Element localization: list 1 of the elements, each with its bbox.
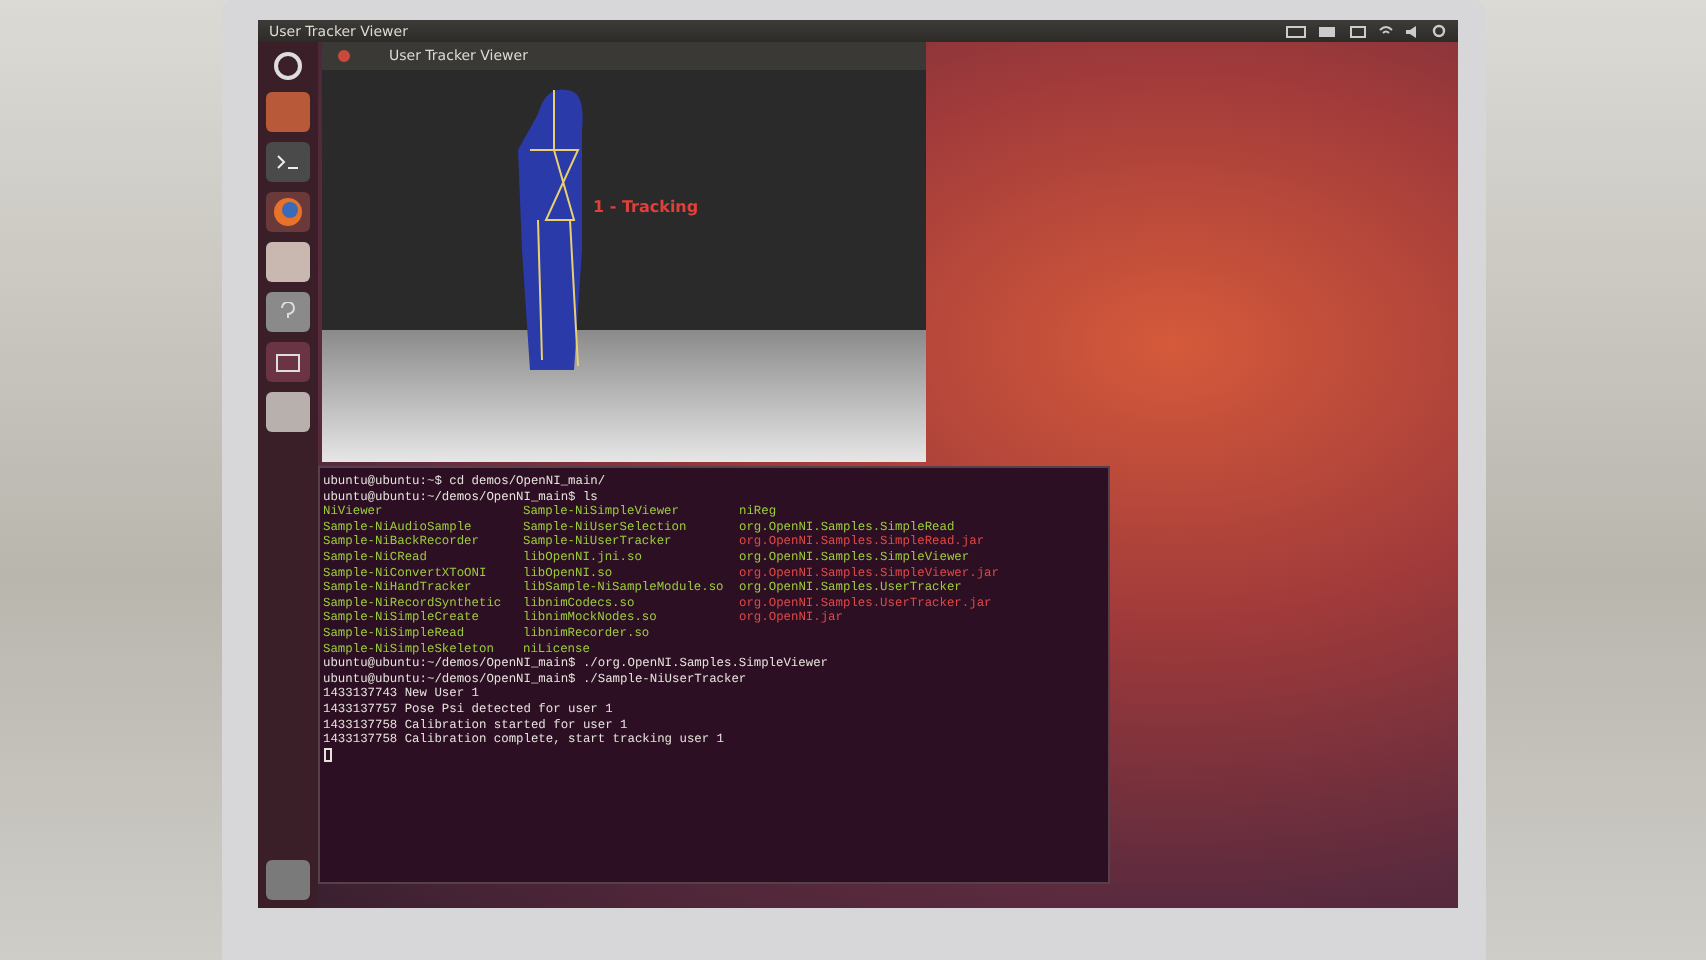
user-label: 1 - Tracking xyxy=(593,198,699,216)
